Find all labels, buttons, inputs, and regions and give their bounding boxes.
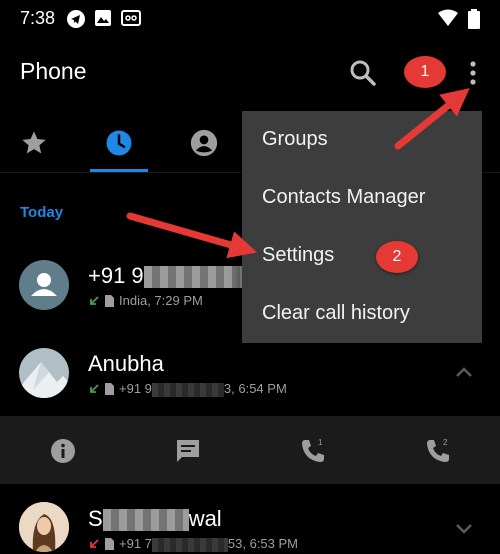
voicemail-icon	[121, 10, 141, 26]
chevron-up-icon[interactable]	[454, 363, 474, 383]
call-name: Swal	[88, 506, 222, 532]
redacted-number	[151, 382, 224, 397]
chevron-down-icon[interactable]	[454, 518, 474, 538]
redacted-number	[151, 537, 228, 552]
call-name-prefix: +91 9	[88, 263, 144, 288]
wifi-icon	[438, 9, 458, 26]
menu-item-settings[interactable]: Settings	[262, 244, 334, 267]
person-placeholder-icon	[31, 273, 57, 296]
photo-avatar-icon	[19, 502, 69, 552]
call-detail: +91 7 53, 6:53 PM	[119, 536, 299, 552]
call-detail: +91 9 3, 6:54 PM	[119, 381, 287, 397]
call-meta: +91 9 3, 6:54 PM	[88, 381, 287, 397]
call-name-prefix: S	[88, 506, 103, 531]
avatar	[19, 502, 69, 552]
call-name: Anubha	[88, 351, 164, 376]
telegram-icon	[67, 10, 85, 28]
menu-item-contacts-manager[interactable]: Contacts Manager	[262, 186, 425, 209]
annotation-badge: 2	[376, 241, 418, 273]
more-options-icon[interactable]	[462, 58, 484, 88]
gallery-icon	[95, 10, 111, 26]
status-time: 7:38	[20, 8, 56, 28]
clock-icon	[106, 130, 132, 156]
call-log-row[interactable]: Swal +91 7 53, 6:53 PM	[0, 494, 500, 554]
call-meta: India, 7:29 PM	[88, 293, 203, 308]
call-actions-bar: 1 2	[0, 416, 500, 484]
mountain-avatar-icon	[19, 362, 69, 398]
incoming-call-icon	[90, 295, 99, 305]
tab-favorites[interactable]	[4, 118, 64, 168]
call-sim2-icon[interactable]: 2	[423, 436, 453, 466]
redacted-name	[102, 509, 189, 532]
menu-item-groups[interactable]: Groups	[262, 128, 328, 151]
avatar	[19, 348, 69, 398]
annotation-arrow	[126, 212, 258, 259]
avatar	[19, 260, 69, 310]
tab-recents[interactable]	[89, 118, 149, 168]
svg-text:2: 2	[443, 438, 448, 447]
page-title: Phone	[20, 58, 87, 84]
section-header-today: Today	[20, 204, 64, 221]
search-icon[interactable]	[348, 58, 378, 88]
call-sim1-icon[interactable]: 1	[298, 436, 328, 466]
call-meta: +91 7 53, 6:53 PM	[88, 536, 298, 552]
menu-item-clear-call-history[interactable]: Clear call history	[262, 302, 410, 325]
call-log-row[interactable]: Anubha +91 9 3, 6:54 PM	[0, 338, 500, 408]
message-icon[interactable]	[173, 436, 203, 466]
battery-icon	[468, 9, 480, 29]
sim-icon	[105, 382, 114, 395]
info-icon[interactable]	[48, 436, 78, 466]
incoming-call-icon	[90, 384, 99, 393]
annotation-badge: 1	[404, 56, 446, 88]
sim-icon	[105, 537, 114, 550]
sim-icon	[105, 294, 114, 307]
call-name-suffix: wal	[188, 506, 222, 531]
tab-contacts[interactable]	[174, 118, 234, 168]
overflow-menu: Groups Contacts Manager Settings Clear c…	[242, 111, 482, 343]
status-bar: 7:38	[0, 0, 500, 38]
person-icon	[190, 129, 218, 157]
missed-call-icon	[90, 539, 99, 548]
svg-text:1: 1	[318, 438, 323, 447]
call-detail: India, 7:29 PM	[119, 293, 203, 308]
star-icon	[22, 131, 46, 154]
